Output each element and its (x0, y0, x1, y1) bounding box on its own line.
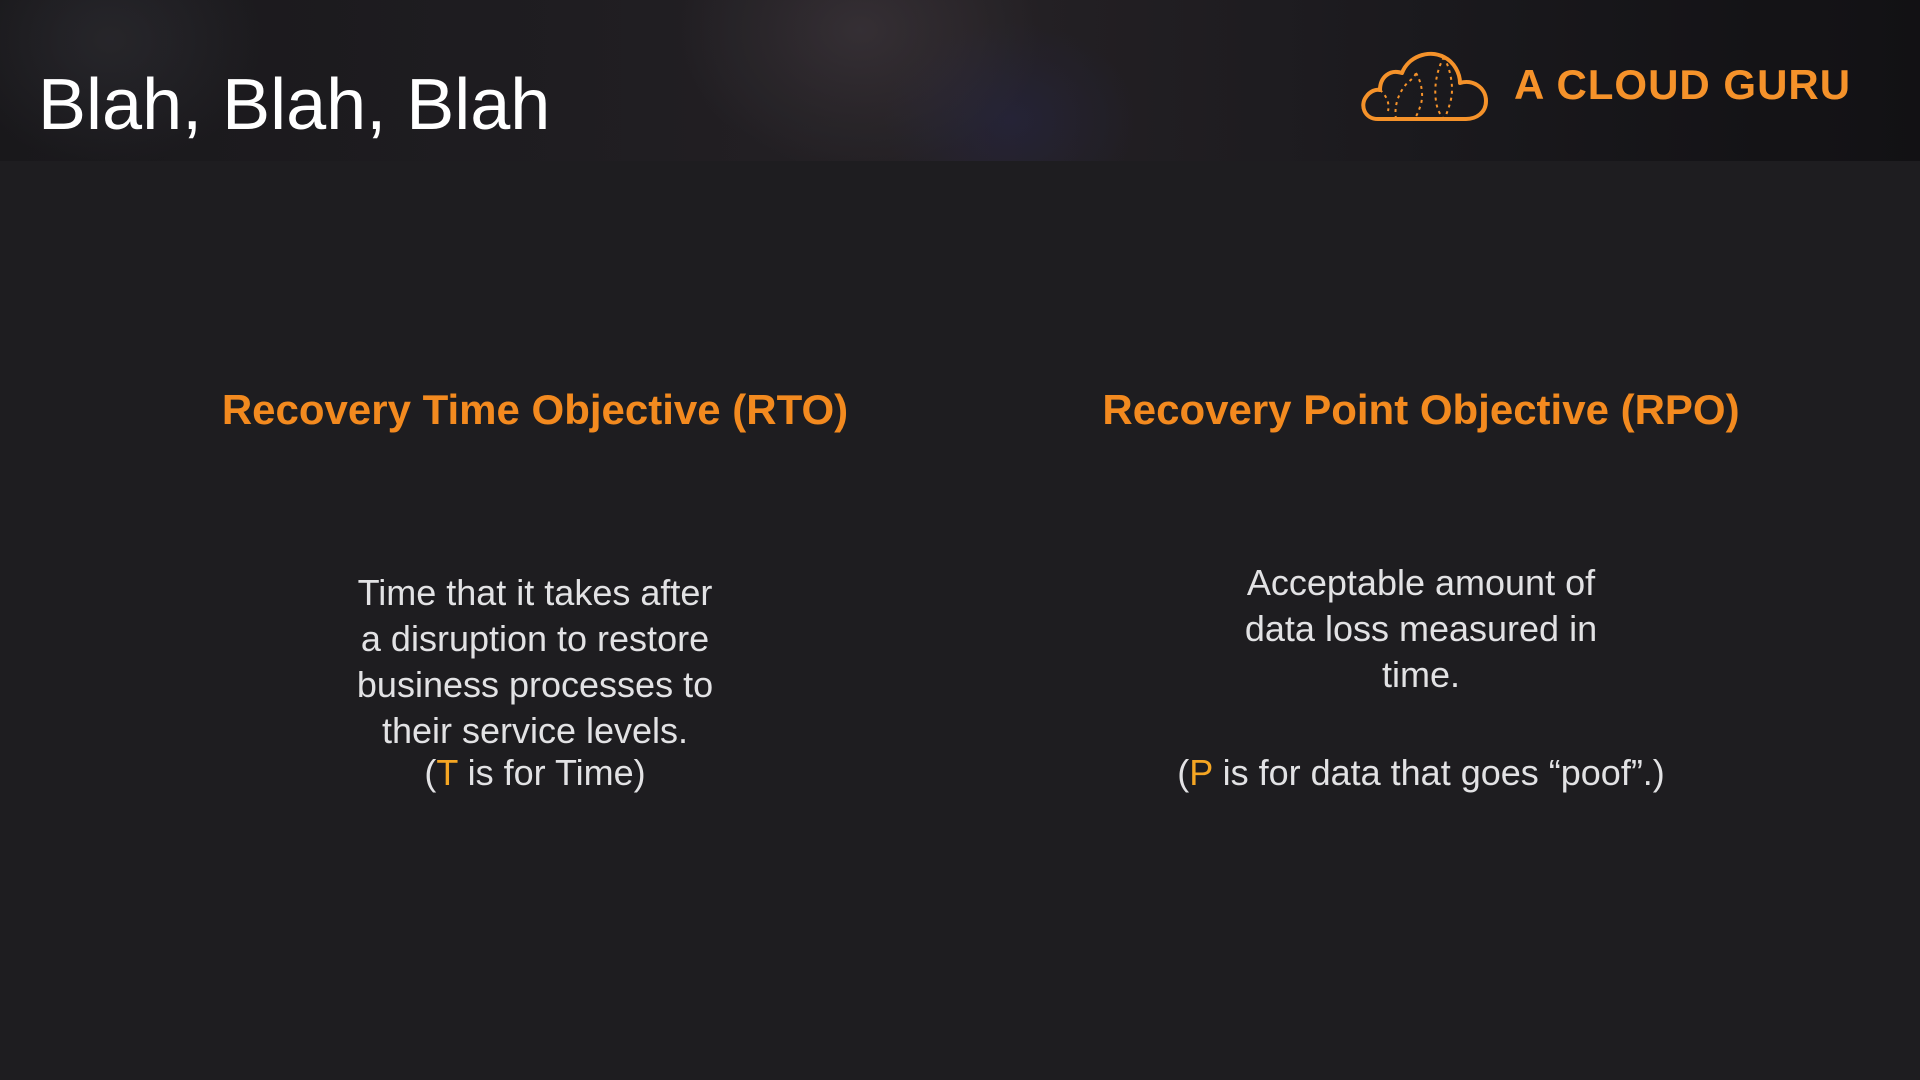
rpo-note-text: is for data that goes “poof”.) (1212, 752, 1665, 793)
rto-note-letter: T (436, 752, 458, 793)
rto-description-line: Time that it takes after (357, 572, 713, 613)
rpo-heading: Recovery Point Objective (RPO) (1102, 386, 1740, 433)
slide: Blah, Blah, Blah A CLOUD GURU Recovery T… (0, 0, 1920, 1080)
rto-heading: Recovery Time Objective (RTO) (221, 386, 849, 433)
cloud-icon (1361, 51, 1488, 121)
rto-description-line: business processes to (356, 664, 714, 705)
rpo-description-line: time. (1381, 654, 1460, 695)
rto-note-text: is for Time) (457, 752, 646, 793)
rto-column: Recovery Time Objective (RTO) Time that … (155, 380, 915, 793)
page-title: Blah, Blah, Blah (38, 65, 551, 145)
rto-description: Time that it takes after a disruption to… (325, 570, 745, 754)
rpo-description: Acceptable amount of data loss measured … (1211, 560, 1631, 698)
rpo-description-line: data loss measured in (1244, 608, 1598, 649)
rpo-note-letter: P (1189, 752, 1213, 793)
rto-note-open: ( (424, 752, 437, 793)
header-banner: Blah, Blah, Blah A CLOUD GURU (0, 0, 1920, 161)
brand-name: A CLOUD GURU (1514, 61, 1852, 108)
rto-description-line: their service levels. (381, 710, 689, 751)
rpo-column: Recovery Point Objective (RPO) Acceptabl… (1041, 380, 1801, 793)
rpo-description-line: Acceptable amount of (1246, 562, 1596, 603)
rto-description-line: a disruption to restore (360, 618, 710, 659)
brand-logo: A CLOUD GURU (1356, 40, 1876, 130)
rpo-note-open: ( (1177, 752, 1190, 793)
rto-note: (T is for Time) (155, 750, 915, 796)
rpo-note: (P is for data that goes “poof”.) (1041, 750, 1801, 796)
